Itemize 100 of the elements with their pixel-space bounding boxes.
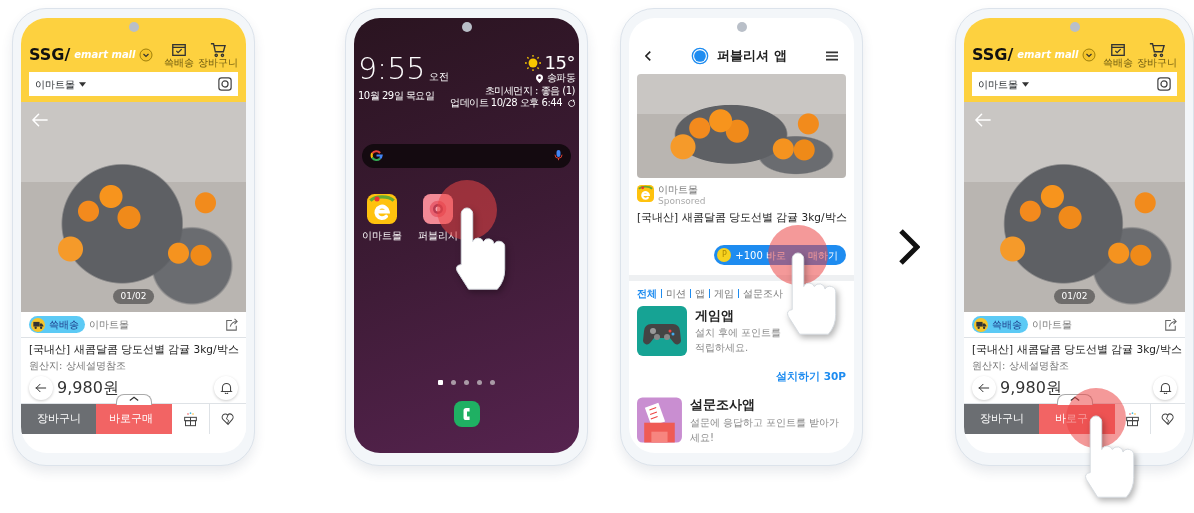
page-indicator-dot[interactable] — [464, 380, 469, 385]
back-icon[interactable] — [645, 49, 652, 62]
image-counter: 01/02 — [1053, 288, 1096, 304]
date-text: 10월 29일 목요일 — [358, 89, 436, 103]
calendar-check-icon — [1110, 42, 1126, 58]
filter-tab[interactable]: 설문조사 — [743, 285, 783, 301]
caret-icon — [79, 81, 86, 87]
mall-select-label: 이마트몰 — [35, 77, 75, 92]
logo-text: SSG/ — [29, 47, 71, 63]
share-icon[interactable] — [1164, 318, 1177, 331]
mall-select-bar[interactable]: 이마트몰 — [29, 72, 238, 96]
buy-now-button[interactable]: 바로구매 — [96, 403, 172, 434]
ring-logo-icon — [691, 46, 710, 65]
camera-icon[interactable] — [218, 77, 232, 91]
seller-name: 이마트몰 — [1032, 318, 1073, 332]
ballot-box-icon — [637, 395, 682, 445]
install-link[interactable]: 설치하기 30P — [776, 370, 846, 382]
truck-icon — [31, 317, 45, 332]
gift-icon — [182, 410, 198, 427]
filter-tab[interactable]: 게임 — [714, 285, 734, 301]
am-pm-label: 오전 — [429, 70, 450, 84]
offer-description: 설치 후에 포인트를 적립하세요. — [695, 326, 783, 355]
location-pin-icon — [535, 73, 543, 83]
shopping-app-icon — [367, 193, 397, 224]
back-button[interactable] — [29, 375, 53, 400]
chevron-down-icon[interactable] — [1082, 48, 1097, 62]
app-shortcut[interactable]: 이마트몰 — [362, 193, 402, 243]
cart-icon — [210, 42, 226, 58]
chevron-down-icon[interactable] — [139, 48, 154, 62]
cart-icon — [1149, 42, 1165, 58]
air-quality-text: 초미세먼지 : 좋음 (1) — [483, 84, 575, 97]
calendar-check-icon — [171, 42, 187, 58]
bell-button[interactable] — [1153, 375, 1177, 400]
price-text: 9,980원 — [1000, 376, 1062, 399]
image-counter: 01/02 — [112, 288, 155, 304]
truck-icon — [974, 317, 988, 332]
app-title: 퍼블리셔 앱 — [717, 47, 787, 65]
back-button[interactable] — [972, 375, 996, 400]
target-app-icon — [423, 193, 453, 224]
back-arrow-icon — [35, 382, 47, 393]
sponsored-label: Sponsored — [658, 196, 706, 206]
phone-app-icon[interactable] — [453, 401, 480, 427]
filter-tab[interactable]: 앱 — [695, 285, 705, 301]
bell-icon — [1158, 381, 1172, 395]
offer-title: 게임앱 — [695, 306, 735, 325]
g-logo-icon — [370, 149, 383, 162]
product-title: [국내산] 새콤달콤 당도선별 감귤 3kg/박스 — [971, 342, 1183, 357]
chevron-right-icon — [898, 228, 920, 266]
mall-select-label: 이마트몰 — [978, 77, 1018, 92]
header-icon-button[interactable]: 장바구니 — [198, 42, 238, 68]
logo-text: SSG/ — [972, 47, 1014, 63]
cart-button[interactable]: 장바구니 — [21, 403, 96, 434]
page-indicator-dot[interactable] — [490, 380, 495, 385]
location-text: 송파동 — [546, 72, 575, 85]
camera-hole — [736, 22, 747, 32]
heart-icon — [220, 411, 235, 426]
app-shortcut[interactable]: 퍼블리시 — [418, 193, 458, 243]
expand-handle[interactable] — [115, 393, 152, 405]
expand-handle[interactable] — [1056, 393, 1093, 405]
chevron-up-icon — [128, 394, 139, 402]
menu-icon[interactable] — [826, 50, 838, 61]
refresh-icon[interactable] — [566, 98, 575, 108]
camera-hole — [461, 22, 472, 32]
delivery-badge: 쓱배송 — [972, 316, 1028, 333]
share-icon[interactable] — [225, 318, 238, 331]
offer-description: 설문에 응답하고 포인트를 받아가세요! — [689, 415, 841, 445]
bell-icon — [219, 381, 233, 395]
cart-button[interactable]: 장바구니 — [964, 403, 1039, 434]
ad-title: [국내산] 새콤달콤 당도선별 감귤 3kg/박스 — [637, 209, 846, 225]
update-time-text: 업데이트 10/28 오후 6:44 — [450, 97, 562, 110]
page-indicator-dot[interactable] — [451, 380, 456, 385]
temperature-text: 15° — [544, 54, 575, 72]
camera-icon[interactable] — [1157, 77, 1171, 91]
mall-select-bar[interactable]: 이마트몰 — [972, 72, 1177, 96]
chevron-up-icon — [1069, 394, 1080, 402]
header-icon-button[interactable]: 쓱배송 — [164, 42, 194, 68]
header-icon-button[interactable]: 장바구니 — [1137, 42, 1177, 68]
brand-text: emart mall — [1017, 50, 1079, 60]
seller-name: 이마트몰 — [89, 318, 130, 332]
heart-icon — [1160, 411, 1175, 426]
microphone-icon[interactable] — [554, 150, 563, 161]
origin-text: 원산지: 상세설명참조 — [28, 358, 127, 373]
page-indicator-dot[interactable] — [477, 380, 482, 385]
shopping-app-icon — [637, 185, 654, 202]
product-title: [국내산] 새콤달콤 당도선별 감귤 3kg/박스 — [28, 342, 240, 357]
offer-title: 설문조사앱 — [689, 396, 756, 414]
origin-text: 원산지: 상세설명참조 — [971, 358, 1070, 373]
advertiser-name: 이마트몰 — [658, 182, 699, 197]
clock-time: 9:55 — [358, 54, 426, 84]
filter-tab[interactable]: 전체 — [637, 285, 657, 301]
caret-icon — [1022, 81, 1029, 87]
back-arrow-icon — [978, 382, 990, 393]
price-text: 9,980원 — [57, 376, 119, 399]
brand-text: emart mall — [74, 50, 136, 60]
filter-tab[interactable]: 미션 — [666, 285, 686, 301]
delivery-badge: 쓱배송 — [29, 316, 85, 333]
sun-icon — [524, 55, 541, 71]
gamepad-icon — [637, 305, 687, 356]
bell-button[interactable] — [214, 375, 238, 400]
header-icon-button[interactable]: 쓱배송 — [1103, 42, 1133, 68]
